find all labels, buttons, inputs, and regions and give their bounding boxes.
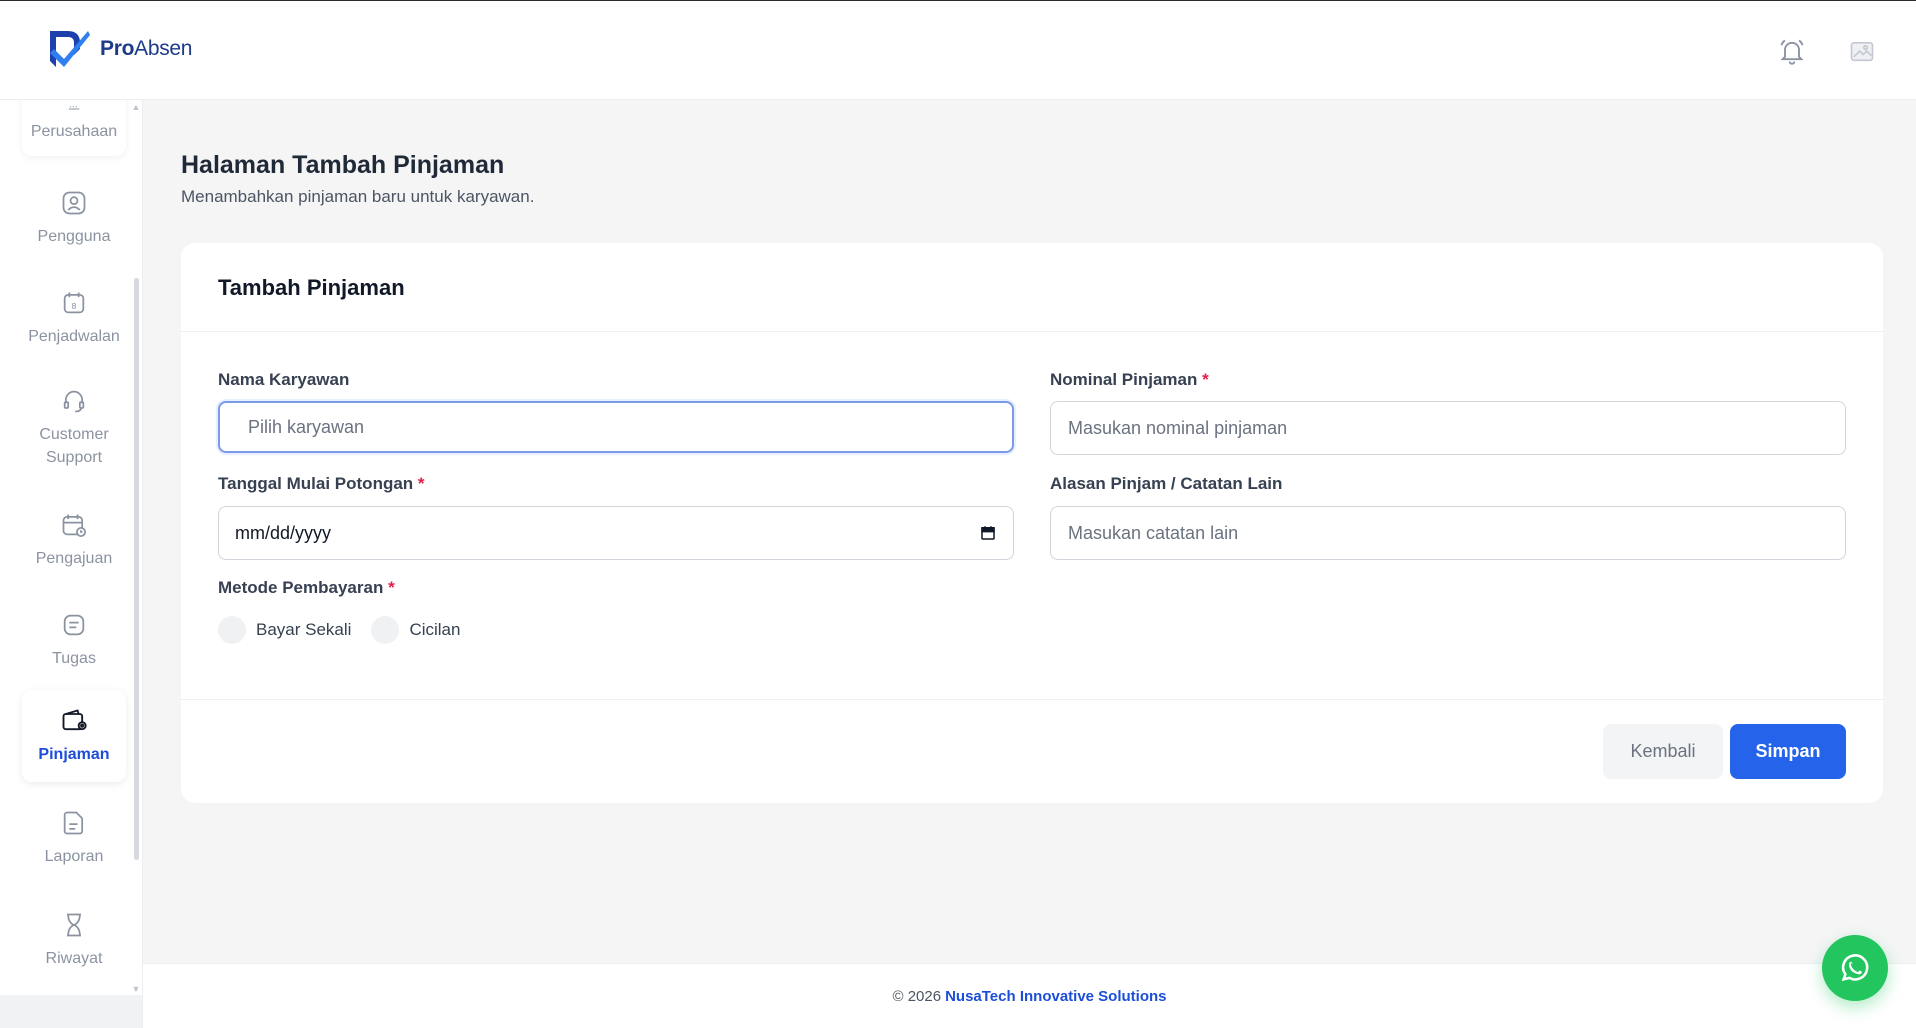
start-date-input[interactable]: mm/dd/yyyy <box>218 506 1014 560</box>
start-date-label: Tanggal Mulai Potongan * <box>218 474 425 493</box>
sidebar-item-label: Riwayat <box>45 949 103 967</box>
back-button[interactable]: Kembali <box>1603 724 1723 779</box>
whatsapp-button[interactable] <box>1822 935 1888 1001</box>
radio-cicilan[interactable]: Cicilan <box>371 616 460 644</box>
top-header: ProAbsen <box>0 0 1916 100</box>
scroll-up-icon[interactable]: ▲ <box>131 102 141 112</box>
sidebar-item-label: Pengguna <box>37 227 111 245</box>
calendar-icon: 8 <box>63 292 85 313</box>
sidebar-item-pinjaman[interactable]: Pinjaman <box>22 690 126 782</box>
logo-icon <box>50 31 90 67</box>
sidebar-item-label: Pengajuan <box>35 549 113 567</box>
scroll-down-icon[interactable]: ▼ <box>131 984 141 994</box>
payment-method-group: Bayar Sekali Cicilan <box>218 616 460 644</box>
radio-label: Bayar Sekali <box>256 620 352 639</box>
svg-text:8: 8 <box>71 300 76 310</box>
card-title: Tambah Pinjaman <box>218 275 405 300</box>
headset-icon <box>63 390 85 413</box>
radio-label: Cicilan <box>409 620 461 639</box>
app-name: ProAbsen <box>100 37 193 60</box>
card-header-divider <box>181 331 1883 332</box>
page-title: Halaman Tambah Pinjaman <box>181 151 505 179</box>
radio-circle[interactable] <box>218 616 246 644</box>
task-icon <box>63 614 85 635</box>
footer: © 2026 NusaTech Innovative Solutions <box>143 963 1916 1028</box>
employee-select[interactable] <box>218 401 1014 453</box>
sidebar: Perusahaan Pengguna 8 Penjadwalan Custom… <box>0 100 143 995</box>
document-icon <box>63 811 84 834</box>
building-icon <box>68 105 80 109</box>
sidebar-item-pengajuan[interactable]: Pengajuan <box>22 496 126 584</box>
sidebar-item-label: Perusahaan <box>30 122 118 140</box>
sidebar-item-label: Tugas <box>52 649 96 667</box>
card-footer-divider <box>181 699 1883 700</box>
amount-label: Nominal Pinjaman * <box>1050 370 1209 389</box>
hourglass-icon <box>67 913 81 936</box>
whatsapp-icon <box>1841 954 1869 982</box>
reason-input[interactable] <box>1050 506 1846 560</box>
app-logo[interactable]: ProAbsen <box>46 27 192 71</box>
sidebar-item-label: Customer Support <box>39 426 109 466</box>
notification-bell-icon[interactable] <box>1778 37 1806 65</box>
sidebar-item-penjadwalan[interactable]: 8 Penjadwalan <box>22 274 126 362</box>
sidebar-footer <box>0 995 143 1028</box>
save-button[interactable]: Simpan <box>1730 724 1846 779</box>
sidebar-scrollbar[interactable] <box>134 278 139 860</box>
loan-form-card: Tambah Pinjaman Nama Karyawan Nominal Pi… <box>181 243 1883 803</box>
page-subtitle: Menambahkan pinjaman baru untuk karyawan… <box>181 187 535 206</box>
sidebar-item-riwayat[interactable]: Riwayat <box>22 896 126 984</box>
sidebar-item-pengguna[interactable]: Pengguna <box>22 174 126 262</box>
date-placeholder: mm/dd/yyyy <box>235 522 332 543</box>
sidebar-item-label: Laporan <box>44 847 104 865</box>
company-link[interactable]: NusaTech Innovative Solutions <box>945 988 1166 1005</box>
wallet-icon <box>62 708 87 730</box>
calendar-clock-icon <box>62 514 86 537</box>
sidebar-item-laporan[interactable]: Laporan <box>22 794 126 882</box>
calendar-picker-icon[interactable] <box>979 524 997 542</box>
sidebar-item-perusahaan[interactable]: Perusahaan <box>22 100 126 156</box>
copyright-text: © 2026 <box>892 987 942 1005</box>
sidebar-item-tugas[interactable]: Tugas <box>22 596 126 684</box>
amount-input[interactable] <box>1050 401 1846 455</box>
sidebar-item-label: Penjadwalan <box>28 327 120 345</box>
user-avatar-icon[interactable] <box>1848 37 1876 65</box>
radio-circle[interactable] <box>371 616 400 644</box>
sidebar-item-customer-support[interactable]: Customer Support <box>22 372 126 484</box>
payment-method-label: Metode Pembayaran * <box>218 578 395 597</box>
reason-label: Alasan Pinjam / Catatan Lain <box>1050 474 1283 493</box>
sidebar-item-label: Pinjaman <box>38 745 110 763</box>
employee-label: Nama Karyawan <box>218 370 350 389</box>
user-icon <box>62 191 86 214</box>
radio-bayar-sekali[interactable]: Bayar Sekali <box>218 616 351 644</box>
